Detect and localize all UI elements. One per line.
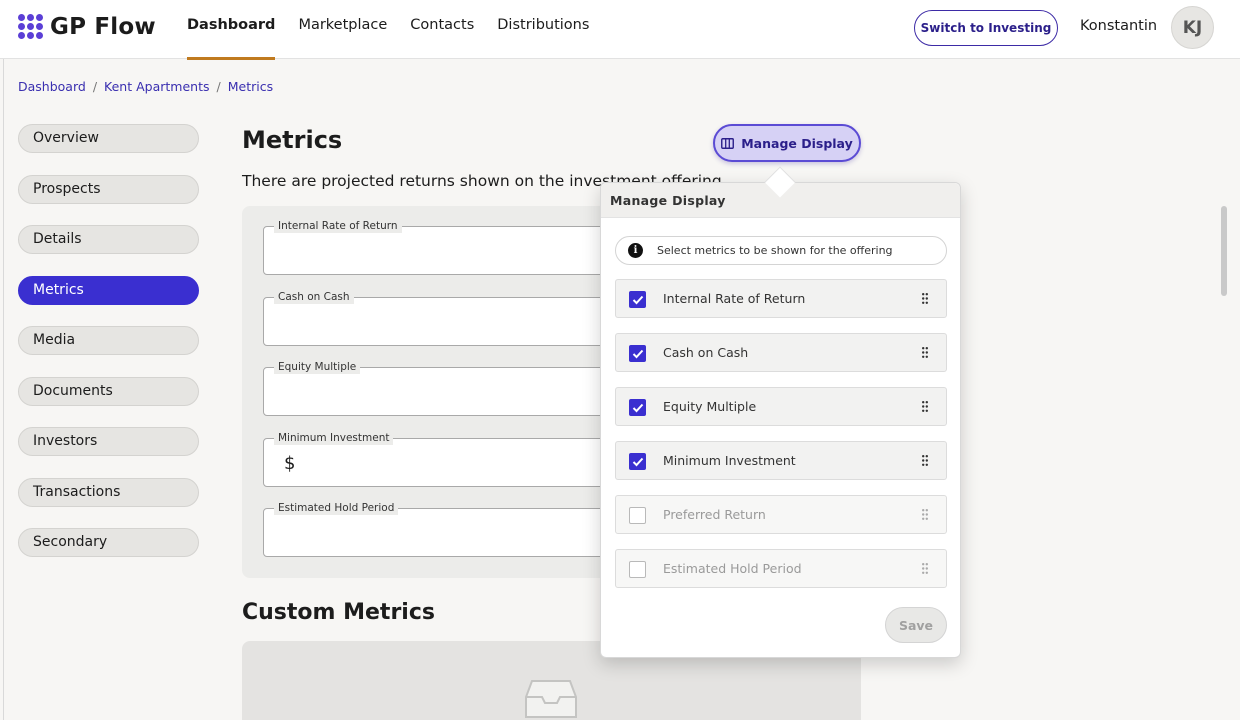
checkbox-checked[interactable] xyxy=(629,399,646,416)
nav-dashboard[interactable]: Dashboard xyxy=(187,0,276,60)
nav-distributions[interactable]: Distributions xyxy=(497,0,589,59)
sidebar: Overview Prospects Details Metrics Media… xyxy=(18,124,199,579)
nav-contacts[interactable]: Contacts xyxy=(410,0,474,59)
breadcrumb: Dashboard / Kent Apartments / Metrics xyxy=(18,79,273,94)
option-minimum-investment[interactable]: Minimum Investment xyxy=(615,441,947,480)
logo-dots-icon xyxy=(18,14,44,40)
page-scrollbar[interactable] xyxy=(1221,206,1227,296)
option-preferred-return[interactable]: Preferred Return xyxy=(615,495,947,534)
option-label: Minimum Investment xyxy=(663,453,796,468)
sidebar-item-overview[interactable]: Overview xyxy=(18,124,199,153)
drag-handle-icon[interactable] xyxy=(922,401,928,412)
check-icon xyxy=(632,295,643,304)
check-icon xyxy=(632,349,643,358)
breadcrumb-dashboard[interactable]: Dashboard xyxy=(18,79,86,94)
option-label: Cash on Cash xyxy=(663,345,749,360)
sidebar-item-documents[interactable]: Documents xyxy=(18,376,199,406)
nav-marketplace[interactable]: Marketplace xyxy=(298,0,387,59)
sidebar-item-transactions[interactable]: Transactions xyxy=(18,477,199,507)
checkbox-checked[interactable] xyxy=(629,453,646,470)
option-irr[interactable]: Internal Rate of Return xyxy=(615,279,947,318)
option-label: Preferred Return xyxy=(663,507,766,522)
drag-handle-icon[interactable] xyxy=(922,563,928,574)
option-label: Estimated Hold Period xyxy=(663,561,802,576)
check-icon xyxy=(632,403,643,412)
sidebar-item-prospects[interactable]: Prospects xyxy=(18,174,199,204)
save-button[interactable]: Save xyxy=(885,607,947,643)
main-nav: Dashboard Marketplace Contacts Distribut… xyxy=(187,0,612,60)
manage-display-button[interactable]: Manage Display xyxy=(713,124,861,162)
checkbox-checked[interactable] xyxy=(629,291,646,308)
check-icon xyxy=(632,457,643,466)
avatar[interactable]: KJ xyxy=(1171,6,1214,49)
checkbox-unchecked[interactable] xyxy=(629,561,646,578)
sidebar-item-metrics[interactable]: Metrics xyxy=(18,275,199,305)
empty-inbox-icon xyxy=(525,680,577,718)
drag-handle-icon[interactable] xyxy=(922,455,928,466)
info-icon: i xyxy=(628,243,643,258)
option-label: Internal Rate of Return xyxy=(663,291,806,306)
sidebar-item-details[interactable]: Details xyxy=(18,225,199,254)
sidebar-item-secondary[interactable]: Secondary xyxy=(18,528,199,557)
option-label: Equity Multiple xyxy=(663,399,757,414)
logo[interactable]: GP Flow xyxy=(18,14,156,40)
checkbox-checked[interactable] xyxy=(629,345,646,362)
info-banner: i Select metrics to be shown for the off… xyxy=(615,236,947,265)
user-name[interactable]: Konstantin xyxy=(1080,18,1157,34)
option-equity-multiple[interactable]: Equity Multiple xyxy=(615,387,947,426)
manage-display-label: Manage Display xyxy=(741,135,853,151)
breadcrumb-metrics[interactable]: Metrics xyxy=(228,79,273,94)
drag-handle-icon[interactable] xyxy=(922,347,928,358)
manage-display-popover: Manage Display i Select metrics to be sh… xyxy=(600,182,961,658)
breadcrumb-separator: / xyxy=(216,79,221,94)
drag-handle-icon[interactable] xyxy=(922,509,928,520)
columns-icon xyxy=(721,137,735,149)
sidebar-item-investors[interactable]: Investors xyxy=(18,427,199,456)
top-bar: GP Flow Dashboard Marketplace Contacts D… xyxy=(0,0,1240,60)
page-title: Metrics xyxy=(242,126,343,154)
option-cash-on-cash[interactable]: Cash on Cash xyxy=(615,333,947,372)
custom-metrics-title: Custom Metrics xyxy=(242,600,435,625)
drag-handle-icon[interactable] xyxy=(922,293,928,304)
breadcrumb-separator: / xyxy=(92,79,98,94)
sidebar-item-media[interactable]: Media xyxy=(18,326,199,355)
checkbox-unchecked[interactable] xyxy=(629,507,646,524)
info-text: Select metrics to be shown for the offer… xyxy=(657,244,893,257)
breadcrumb-kent-apartments[interactable]: Kent Apartments xyxy=(104,79,209,94)
left-divider xyxy=(3,59,4,720)
switch-to-investing-button[interactable]: Switch to Investing xyxy=(914,10,1058,46)
logo-text: GP Flow xyxy=(50,14,156,40)
option-estimated-hold-period[interactable]: Estimated Hold Period xyxy=(615,549,947,588)
